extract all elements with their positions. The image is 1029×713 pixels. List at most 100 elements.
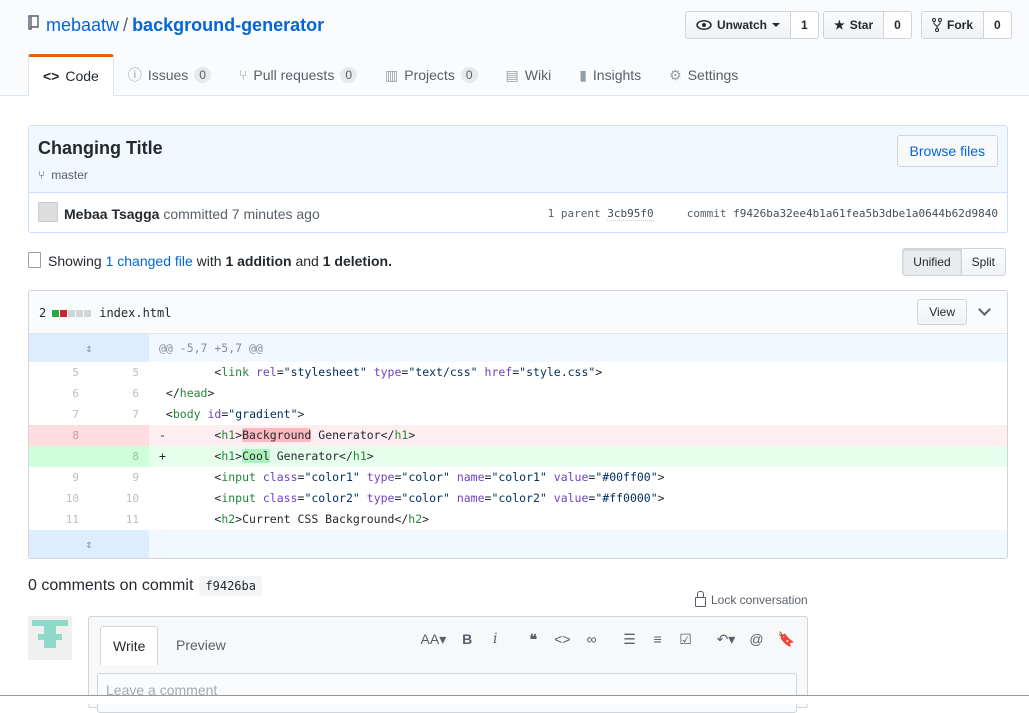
task-list-icon[interactable]: ☑ (679, 631, 693, 648)
branch-icon: ⑂ (38, 168, 46, 182)
repo-owner-link[interactable]: mebaatw (46, 15, 119, 35)
pulls-counter: 0 (340, 67, 358, 83)
link-icon[interactable]: ∞ (585, 631, 599, 648)
diff-file: 2 index.html View ⇕ @@ -5,7 +5,7 @@ 55 <… (28, 290, 1008, 559)
pull-request-icon: ⑂ (238, 67, 248, 83)
additions-count: 1 addition (225, 253, 292, 269)
expand-up-icon[interactable]: ⇕ (29, 334, 149, 362)
comments-heading: 0 comments on commit f9426ba (28, 576, 262, 596)
commit-box: Changing Title ⑂ master Browse files Meb… (28, 125, 1008, 233)
repo-separator: / (123, 15, 129, 35)
diff-summary-text: Showing 1 changed file with 1 addition a… (48, 253, 392, 269)
expand-down-icon[interactable]: ⇕ (29, 530, 149, 558)
mention-icon[interactable]: @ (749, 631, 763, 648)
star-label: Star (849, 18, 874, 32)
fork-button[interactable]: Fork (921, 11, 985, 39)
split-button[interactable]: Split (961, 248, 1006, 276)
unified-button[interactable]: Unified (902, 248, 962, 276)
comment-commit-sha: f9426ba (199, 576, 262, 596)
unwatch-button[interactable]: Unwatch (685, 11, 792, 39)
comment-input[interactable]: Leave a comment (97, 673, 797, 713)
tab-settings[interactable]: ⚙ Settings (655, 55, 752, 95)
commit-title: Changing Title (38, 138, 163, 158)
commit-header: Changing Title ⑂ master Browse files (29, 126, 1007, 193)
repo-name-link[interactable]: background-generator (132, 15, 324, 35)
tab-projects-label: Projects (404, 67, 455, 83)
author-avatar[interactable] (38, 202, 58, 222)
projects-counter: 0 (460, 67, 478, 83)
watchers-count[interactable]: 1 (791, 11, 819, 39)
quote-icon[interactable]: ❝ (526, 631, 540, 648)
tab-code[interactable]: <> Code (28, 54, 114, 96)
tab-code-label: Code (65, 68, 99, 84)
forks-count[interactable]: 0 (984, 11, 1012, 39)
diff-line: 11 11 <h2>Current CSS Background</h2> (65, 512, 430, 526)
hunk-header: ⇕ @@ -5,7 +5,7 @@ (29, 334, 1007, 362)
project-icon: ▥ (385, 66, 399, 83)
deletions-count: 1 deletion. (322, 253, 392, 269)
showing-label: Showing (48, 253, 102, 269)
changed-files-link[interactable]: 1 changed file (106, 253, 193, 269)
bold-icon[interactable]: B (460, 631, 474, 648)
diff-line: 99 <input class="color1" type="color" na… (72, 470, 665, 484)
avatar[interactable] (28, 616, 72, 660)
view-file-button[interactable]: View (917, 299, 967, 325)
author-name[interactable]: Mebaa Tsagga (64, 206, 159, 222)
tab-issues-label: Issues (147, 67, 189, 83)
tab-insights[interactable]: ▮ Insights (565, 55, 655, 95)
markdown-toolbar: AA▾ B i ❝ <> ∞ ☰ ≡ ☑ ↶▾ @ 🔖 (421, 631, 795, 648)
commit-shas: 1 parent 3cb95f0 commit f9426ba32ee4b1a6… (548, 207, 998, 221)
issues-counter: 0 (194, 67, 211, 83)
diff-line: 66 </head> (72, 386, 215, 400)
gear-icon: ⚙ (669, 66, 682, 83)
with-label: with (196, 253, 222, 269)
star-icon: ★ (834, 18, 845, 32)
diff-line: 77 <body id="gradient"> (72, 407, 305, 421)
code-icon: <> (43, 68, 60, 84)
branch-name[interactable]: master (51, 168, 88, 182)
text-size-icon[interactable]: AA▾ (421, 631, 447, 648)
tab-write[interactable]: Write (100, 626, 159, 665)
branch-info: ⑂ master (38, 168, 88, 182)
diff-view-toggle: Unified Split (902, 248, 1006, 276)
diff-line: 55 <link rel="stylesheet" type="text/css… (72, 365, 603, 379)
tab-pulls-label: Pull requests (253, 67, 335, 83)
bullet-list-icon[interactable]: ☰ (623, 631, 637, 648)
tab-pull-requests[interactable]: ⑂ Pull requests 0 (225, 55, 371, 95)
diff-line: 10 10 <input class="color2" type="color" … (65, 491, 665, 505)
lock-icon (695, 591, 706, 607)
comments-title: 0 comments on commit (28, 577, 194, 594)
hunk-footer: ⇕ (29, 530, 1007, 558)
bookmark-icon[interactable]: 🔖 (778, 631, 795, 648)
numbered-list-icon[interactable]: ≡ (651, 631, 665, 648)
diffstat: 2 index.html (39, 306, 171, 320)
tab-preview[interactable]: Preview (164, 626, 238, 664)
file-name[interactable]: index.html (99, 306, 171, 320)
star-button[interactable]: ★ Star (823, 11, 885, 39)
fork-action: Fork 0 (921, 11, 1012, 39)
italic-icon[interactable]: i (488, 631, 502, 648)
stars-count[interactable]: 0 (884, 11, 912, 39)
lock-label: Lock conversation (711, 592, 808, 607)
reply-icon[interactable]: ↶▾ (717, 631, 736, 648)
graph-icon: ▮ (579, 66, 587, 83)
lock-conversation[interactable]: Lock conversation (695, 591, 808, 607)
chevron-down-icon[interactable] (978, 303, 991, 316)
commit-time: committed 7 minutes ago (163, 206, 320, 222)
tab-insights-label: Insights (592, 67, 642, 83)
tab-issues[interactable]: ⓘ Issues 0 (114, 55, 225, 95)
tab-wiki-label: Wiki (524, 67, 552, 83)
fork-label: Fork (947, 18, 974, 32)
unwatch-label: Unwatch (717, 18, 768, 32)
tab-wiki[interactable]: ▤ Wiki (492, 55, 566, 95)
and-label: and (295, 253, 319, 269)
parent-sha-link[interactable]: 3cb95f0 (607, 207, 654, 221)
tab-projects[interactable]: ▥ Projects 0 (371, 55, 492, 95)
star-action: ★ Star 0 (823, 11, 912, 39)
commit-sha: f9426ba32ee4b1a61fea5b3dbe1a0644b62d9840 (733, 207, 998, 220)
diff-table: ⇕ @@ -5,7 +5,7 @@ 55 <link rel="styleshe… (29, 334, 1007, 558)
browse-files-button[interactable]: Browse files (896, 135, 998, 167)
repo-nav: <> Code ⓘ Issues 0 ⑂ Pull requests 0 ▥ P… (28, 54, 752, 96)
code-icon[interactable]: <> (554, 631, 570, 648)
commit-label: commit (686, 207, 727, 220)
